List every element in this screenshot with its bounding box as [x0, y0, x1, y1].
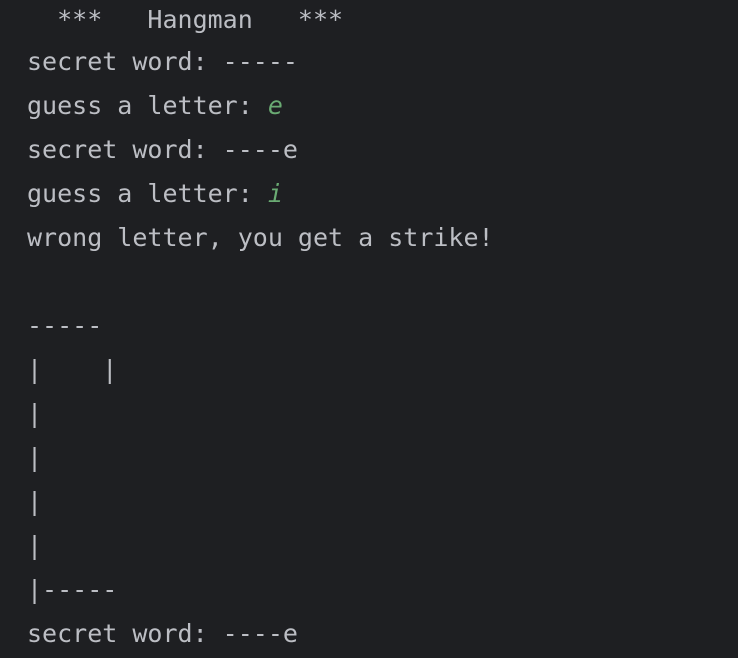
gallows-line: |: [27, 524, 738, 568]
output-text: secret word: ----e: [27, 619, 298, 648]
gallows-line: |: [27, 392, 738, 436]
output-text: guess a letter:: [27, 91, 268, 120]
output-text: secret word: -----: [27, 47, 298, 76]
output-text: -----: [27, 311, 103, 340]
user-input-text: i: [267, 179, 283, 208]
output-text: wrong letter, you get a strike!: [27, 223, 494, 252]
console-line: guess a letter: e: [27, 84, 738, 128]
console-output[interactable]: *** Hangman *** secret word: ----- guess…: [27, 0, 738, 658]
user-input-text: e: [267, 91, 283, 120]
console-line: guess a letter: i: [27, 172, 738, 216]
console-line: secret word: ----e: [27, 128, 738, 172]
gallows-line: |: [27, 436, 738, 480]
output-text: |: [27, 487, 43, 516]
output-text: |: [27, 531, 43, 560]
console-line: secret word: -----: [27, 40, 738, 84]
output-text: guess a letter:: [27, 179, 268, 208]
gallows-line: -----: [27, 304, 738, 348]
output-text: |-----: [27, 575, 118, 604]
gallows-line: |-----: [27, 568, 738, 612]
console-line: secret word: ----e: [27, 612, 738, 656]
gallows-line: |: [27, 480, 738, 524]
output-text: | |: [27, 355, 118, 384]
game-title: *** Hangman ***: [27, 5, 344, 34]
output-text: |: [27, 399, 43, 428]
console-line: wrong letter, you get a strike!: [27, 216, 738, 260]
output-text: secret word: ----e: [27, 135, 298, 164]
output-text: |: [27, 443, 43, 472]
gallows-line: | |: [27, 348, 738, 392]
